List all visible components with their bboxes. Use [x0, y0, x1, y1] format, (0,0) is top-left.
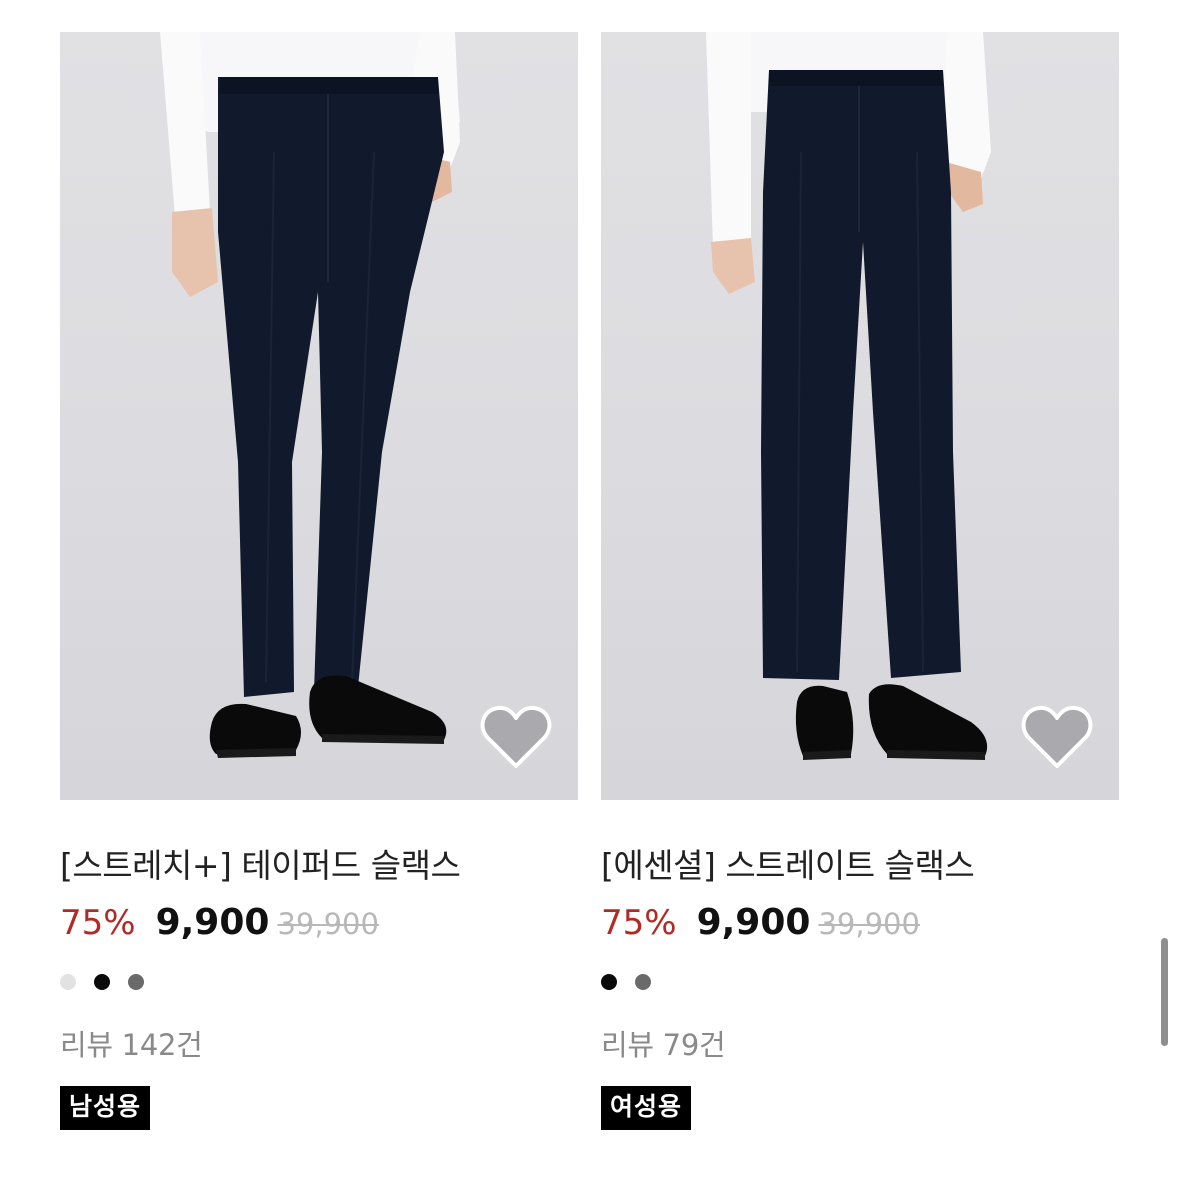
product-image-straight-slacks[interactable]	[601, 32, 1119, 800]
color-swatch-black[interactable]	[94, 974, 110, 990]
vertical-scrollbar[interactable]	[1161, 938, 1168, 1046]
price-row: 75% 9,900 39,900	[601, 902, 1119, 946]
product-title[interactable]: [에센셜] 스트레이트 슬랙스	[601, 846, 1119, 886]
product-grid: [스트레치+] 테이퍼드 슬랙스 75% 9,900 39,900 리뷰 142…	[0, 0, 1179, 1197]
color-swatch-gray[interactable]	[635, 974, 651, 990]
heart-icon	[1021, 705, 1093, 768]
sale-price: 9,900	[696, 902, 811, 943]
wishlist-button[interactable]	[480, 704, 552, 770]
gender-badge: 여성용	[601, 1086, 692, 1130]
color-swatch-gray[interactable]	[128, 974, 144, 990]
model-photo	[160, 32, 460, 758]
original-price: 39,900	[277, 907, 379, 941]
color-swatches	[60, 972, 578, 992]
product-title[interactable]: [스트레치+] 테이퍼드 슬랙스	[60, 846, 578, 886]
discount-rate: 75%	[601, 903, 677, 943]
product-card[interactable]: [스트레치+] 테이퍼드 슬랙스 75% 9,900 39,900 리뷰 142…	[60, 32, 578, 1130]
color-swatches	[601, 972, 1119, 992]
review-count: 리뷰 79건	[601, 1028, 726, 1062]
product-card[interactable]: [에센셜] 스트레이트 슬랙스 75% 9,900 39,900 리뷰 79건 …	[601, 32, 1119, 1130]
product-image-tapered-slacks[interactable]	[60, 32, 578, 800]
price-row: 75% 9,900 39,900	[60, 902, 578, 946]
color-swatch-black[interactable]	[601, 974, 617, 990]
original-price: 39,900	[818, 907, 920, 941]
heart-icon	[480, 705, 552, 768]
review-count: 리뷰 142건	[60, 1028, 203, 1062]
discount-rate: 75%	[60, 903, 136, 943]
gender-badge: 남성용	[60, 1086, 151, 1130]
color-swatch-light-gray[interactable]	[60, 974, 76, 990]
model-photo	[706, 32, 991, 760]
wishlist-button[interactable]	[1021, 704, 1093, 770]
sale-price: 9,900	[155, 902, 270, 943]
